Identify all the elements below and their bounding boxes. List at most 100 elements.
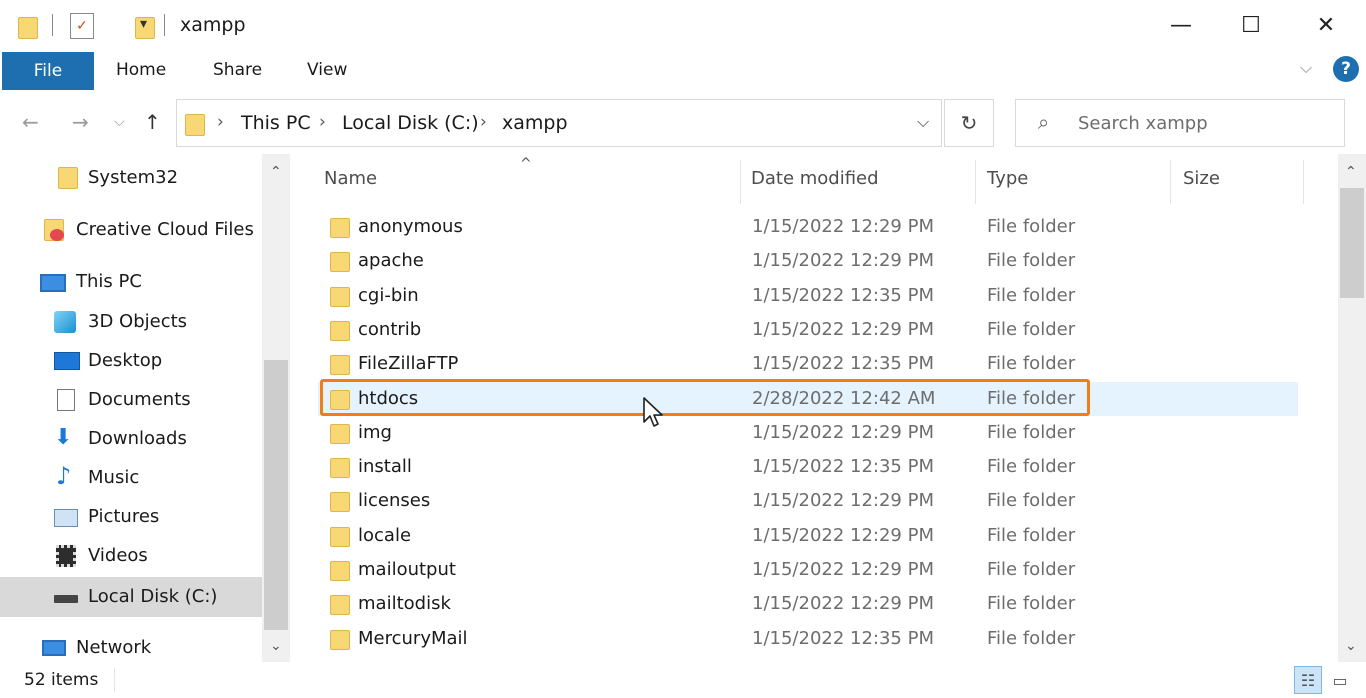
nav-item-label: Downloads	[88, 428, 187, 449]
search-box[interactable]: ⌕	[1015, 99, 1345, 147]
tab-view[interactable]: View	[307, 60, 347, 80]
nav-item-network[interactable]: Network	[0, 630, 262, 662]
folder-icon	[330, 525, 350, 547]
search-input[interactable]	[1078, 109, 1328, 137]
scroll-down-icon[interactable]: ⌄	[270, 638, 282, 654]
file-row[interactable]: mailtodisk 1/15/2022 12:29 PM File folder	[318, 587, 1298, 621]
breadcrumb-this-pc[interactable]: This PC	[241, 112, 311, 134]
navigation-bar: ← → ⌵ ↑ › This PC › Local Disk (C:) › xa…	[0, 90, 1366, 154]
close-button[interactable]: ✕	[1290, 0, 1362, 50]
file-row[interactable]: licenses 1/15/2022 12:29 PM File folder	[318, 484, 1298, 518]
refresh-button[interactable]: ↻	[944, 99, 994, 147]
minimize-button[interactable]: —	[1145, 0, 1217, 50]
folder-icon	[18, 13, 40, 39]
refresh-icon: ↻	[960, 111, 978, 135]
file-date-modified: 1/15/2022 12:29 PM	[752, 216, 934, 237]
file-row[interactable]: img 1/15/2022 12:29 PM File folder	[318, 416, 1298, 450]
file-row[interactable]: install 1/15/2022 12:35 PM File folder	[318, 450, 1298, 484]
folder-icon	[330, 353, 350, 376]
tab-file[interactable]: File	[2, 52, 94, 90]
new-folder-icon[interactable]	[135, 13, 159, 39]
file-row[interactable]: mailoutput 1/15/2022 12:29 PM File folder	[318, 553, 1298, 587]
nav-item-videos[interactable]: Videos	[0, 538, 262, 574]
nav-item-label: Network	[76, 637, 152, 658]
nav-item-label: Local Disk (C:)	[88, 586, 218, 607]
film-icon	[56, 545, 76, 567]
file-name: apache	[358, 250, 424, 272]
nav-item-music[interactable]: ♪ Music	[0, 460, 262, 496]
folder-icon	[330, 388, 350, 410]
properties-icon[interactable]: ✓	[70, 13, 94, 39]
scroll-thumb[interactable]	[1340, 188, 1364, 298]
file-date-modified: 1/15/2022 12:35 PM	[752, 627, 934, 649]
scroll-up-icon[interactable]: ⌃	[1345, 164, 1357, 180]
column-divider[interactable]	[1303, 160, 1304, 204]
nav-item-label: This PC	[76, 271, 142, 292]
nav-item-downloads[interactable]: ⬇ Downloads	[0, 421, 262, 457]
nav-item-3d-objects[interactable]: 3D Objects	[0, 304, 262, 340]
file-type: File folder	[987, 353, 1076, 375]
file-row[interactable]: MercuryMail 1/15/2022 12:35 PM File folder	[318, 622, 1298, 656]
file-name: install	[358, 456, 412, 478]
details-view-button[interactable]: ☷	[1294, 666, 1322, 694]
file-name: FileZillaFTP	[358, 353, 459, 375]
file-row[interactable]: locale 1/15/2022 12:29 PM File folder	[318, 519, 1298, 553]
folder-icon	[330, 285, 350, 307]
file-name: img	[358, 421, 392, 443]
file-type: File folder	[987, 387, 1076, 409]
file-row[interactable]: FileZillaFTP 1/15/2022 12:35 PM File folde…	[318, 347, 1298, 381]
nav-pane-scrollbar[interactable]: ⌃ ⌄	[262, 154, 290, 662]
nav-item-documents[interactable]: Documents	[0, 382, 262, 418]
up-arrow-icon[interactable]: ↑	[144, 110, 161, 134]
breadcrumb-xampp[interactable]: xampp	[502, 112, 568, 134]
recent-locations-icon[interactable]: ⌵	[114, 114, 125, 130]
scroll-down-icon[interactable]: ⌄	[1345, 638, 1357, 654]
file-name: mailoutput	[358, 559, 456, 580]
folder-icon	[330, 456, 350, 479]
sort-ascending-icon: ^	[520, 156, 532, 172]
file-row[interactable]: contrib 1/15/2022 12:29 PM File folder	[318, 313, 1298, 347]
scroll-up-icon[interactable]: ⌃	[270, 164, 282, 180]
nav-item-label: Music	[88, 467, 140, 488]
tab-share[interactable]: Share	[213, 60, 262, 80]
nav-item-system32[interactable]: System32	[0, 160, 262, 196]
file-date-modified: 1/15/2022 12:29 PM	[752, 524, 934, 546]
nav-item-creative-cloud[interactable]: Creative Cloud Files	[0, 212, 262, 248]
nav-item-label: Pictures	[88, 506, 160, 527]
chevron-down-icon[interactable]: ⌵	[1300, 58, 1312, 78]
file-row[interactable]: anonymous 1/15/2022 12:29 PM File folder	[318, 210, 1298, 244]
chevron-down-icon[interactable]: ⌵	[917, 112, 929, 132]
column-divider[interactable]	[740, 160, 741, 204]
column-header-size[interactable]: Size	[1183, 168, 1220, 189]
column-divider[interactable]	[1170, 160, 1171, 204]
nav-item-local-disk[interactable]: Local Disk (C:)	[0, 577, 262, 617]
customize-toolbar-icon[interactable]: ▾	[140, 16, 147, 42]
column-header-date[interactable]: Date modified	[751, 168, 879, 189]
file-list-scrollbar[interactable]: ⌃ ⌄	[1338, 154, 1366, 662]
file-type: File folder	[987, 627, 1076, 649]
forward-arrow-icon[interactable]: →	[72, 110, 89, 134]
nav-item-pictures[interactable]: Pictures	[0, 499, 262, 535]
file-row[interactable]: htdocs 2/28/2022 12:42 AM File folder	[318, 381, 1298, 416]
address-bar[interactable]: › This PC › Local Disk (C:) › xampp ⌵	[176, 99, 942, 147]
thumbnail-view-icon: ▭	[1332, 670, 1348, 690]
file-name: contrib	[358, 318, 422, 340]
back-arrow-icon[interactable]: ←	[22, 110, 39, 134]
scroll-thumb[interactable]	[264, 360, 288, 630]
thumbnail-view-button[interactable]: ▭	[1326, 666, 1354, 694]
file-row[interactable]: apache 1/15/2022 12:29 PM File folder	[318, 244, 1298, 278]
column-divider[interactable]	[975, 160, 976, 204]
file-name: cgi-bin	[358, 284, 419, 306]
file-row[interactable]: cgi-bin 1/15/2022 12:35 PM File folder	[318, 279, 1298, 313]
maximize-button[interactable]: ☐	[1215, 0, 1287, 50]
file-date-modified: 1/15/2022 12:29 PM	[752, 490, 934, 512]
nav-item-label: Documents	[88, 389, 191, 410]
tab-home[interactable]: Home	[116, 60, 166, 80]
nav-item-this-pc[interactable]: This PC	[0, 264, 262, 300]
breadcrumb-local-disk[interactable]: Local Disk (C:)	[342, 112, 479, 134]
column-header-type[interactable]: Type	[987, 168, 1028, 189]
help-icon[interactable]: ?	[1333, 56, 1359, 82]
folder-icon	[330, 216, 350, 238]
nav-item-desktop[interactable]: Desktop	[0, 343, 262, 379]
column-header-name[interactable]: Name	[324, 168, 377, 189]
